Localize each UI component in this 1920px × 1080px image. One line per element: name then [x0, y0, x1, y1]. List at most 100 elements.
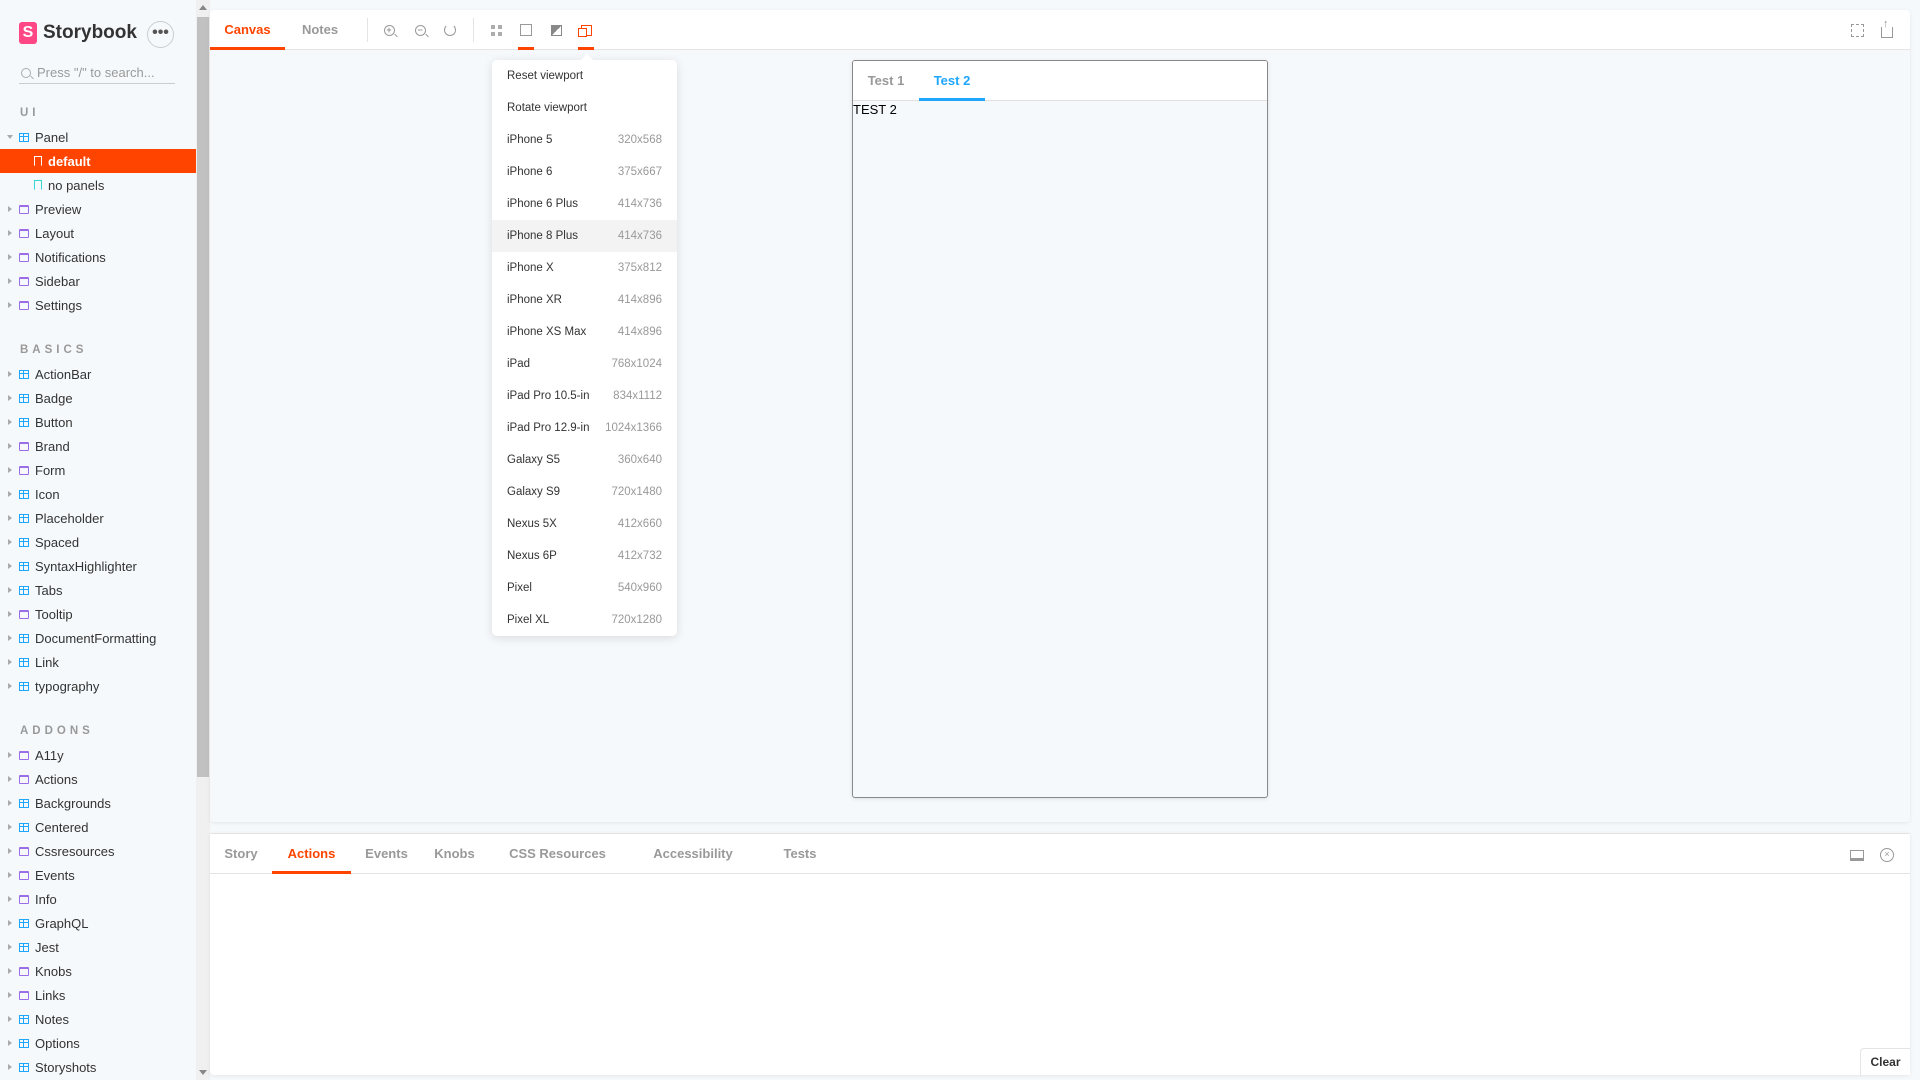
sidebar-item-storyshots[interactable]: Storyshots — [0, 1055, 196, 1079]
tab-story[interactable]: Story — [210, 834, 272, 874]
viewport-menu-item[interactable]: iPhone 8 Plus 414x736 — [492, 220, 677, 252]
sidebar-item-cssresources[interactable]: Cssresources — [0, 839, 196, 863]
viewport-menu-item[interactable]: Pixel 540x960 — [492, 572, 677, 604]
background-button[interactable] — [518, 22, 534, 50]
tab-notes[interactable]: Notes — [285, 10, 355, 50]
sidebar-item-options[interactable]: Options — [0, 1031, 196, 1055]
sidebar-item-tooltip[interactable]: Tooltip — [0, 602, 196, 626]
viewport-menu-item[interactable]: iPhone 6 375x667 — [492, 156, 677, 188]
viewport-name: iPhone X — [507, 262, 554, 274]
grid-button[interactable] — [488, 22, 504, 38]
viewport-menu-item[interactable]: iPhone X 375x812 — [492, 252, 677, 284]
viewport-menu-item[interactable]: iPhone 6 Plus 414x736 — [492, 188, 677, 220]
sidebar-item-centered[interactable]: Centered — [0, 815, 196, 839]
viewport-menu-item[interactable]: Nexus 5X 412x660 — [492, 508, 677, 540]
sidebar-item-a11y[interactable]: A11y — [0, 743, 196, 767]
viewport-button[interactable] — [577, 22, 594, 50]
zoom-reset-button[interactable] — [442, 22, 458, 38]
sidebar-item-label: Icon — [35, 486, 60, 502]
sidebar-item-preview[interactable]: Preview — [0, 197, 196, 221]
contrast-button[interactable] — [548, 22, 564, 38]
tab-canvas[interactable]: Canvas — [210, 10, 285, 50]
tab-events[interactable]: Events — [351, 834, 422, 874]
sidebar-item-graphql[interactable]: GraphQL — [0, 911, 196, 935]
sidebar-item-sidebar[interactable]: Sidebar — [0, 269, 196, 293]
viewport-menu-item[interactable]: iPhone XS Max 414x896 — [492, 316, 677, 348]
sidebar-item-badge[interactable]: Badge — [0, 386, 196, 410]
tab-css-resources[interactable]: CSS Resources — [487, 834, 628, 874]
sidebar-item-documentformatting[interactable]: DocumentFormatting — [0, 626, 196, 650]
viewport-menu-item[interactable]: iPhone XR 414x896 — [492, 284, 677, 316]
viewport-menu-item[interactable]: iPad Pro 12.9-in 1024x1366 — [492, 412, 677, 444]
tab-accessibility[interactable]: Accessibility — [628, 834, 758, 874]
share-button[interactable] — [1879, 18, 1895, 38]
clear-button[interactable]: Clear — [1860, 1048, 1910, 1075]
viewport-menu-item[interactable]: Reset viewport — [492, 60, 677, 92]
viewport-menu-item[interactable]: Rotate viewport — [492, 92, 677, 124]
sidebar-item-knobs[interactable]: Knobs — [0, 959, 196, 983]
sidebar-item-notifications[interactable]: Notifications — [0, 245, 196, 269]
sidebar-item-notes[interactable]: Notes — [0, 1007, 196, 1031]
search-input[interactable] — [37, 65, 167, 80]
more-options-button[interactable]: ••• — [147, 21, 174, 48]
viewport-name: Galaxy S9 — [507, 486, 561, 498]
fullscreen-button[interactable] — [1849, 22, 1865, 38]
panel-position-icon — [1850, 849, 1864, 861]
sidebar-item-layout[interactable]: Layout — [0, 221, 196, 245]
tab-test-1[interactable]: Test 1 — [853, 61, 919, 101]
close-panel-button[interactable]: × — [1879, 847, 1895, 863]
viewport-menu-item[interactable]: Pixel XL 720x1280 — [492, 604, 677, 636]
scroll-up-icon[interactable] — [199, 5, 207, 10]
chevron-right-icon — [8, 467, 12, 473]
zoom-in-button[interactable]: + — [381, 22, 397, 38]
sidebar-item-spaced[interactable]: Spaced — [0, 530, 196, 554]
component-icon — [19, 537, 29, 547]
search-box[interactable] — [19, 62, 175, 84]
chevron-right-icon — [8, 587, 12, 593]
sidebar-item-tabs[interactable]: Tabs — [0, 578, 196, 602]
viewport-name: Pixel XL — [507, 614, 550, 626]
sidebar-scrollbar[interactable] — [196, 0, 210, 1080]
dock-panel-button[interactable] — [1849, 847, 1865, 863]
sidebar-item-backgrounds[interactable]: Backgrounds — [0, 791, 196, 815]
tab-knobs[interactable]: Knobs — [422, 834, 487, 874]
sidebar-item-info[interactable]: Info — [0, 887, 196, 911]
sidebar-item-button[interactable]: Button — [0, 410, 196, 434]
sidebar-item-settings[interactable]: Settings — [0, 293, 196, 317]
sidebar-item-brand[interactable]: Brand — [0, 434, 196, 458]
sidebar-item-syntaxhighlighter[interactable]: SyntaxHighlighter — [0, 554, 196, 578]
scrollbar-thumb[interactable] — [197, 17, 209, 777]
viewport-size: 414x896 — [617, 326, 662, 338]
viewport-menu-item[interactable]: iPad 768x1024 — [492, 348, 677, 380]
sidebar-item-typography[interactable]: typography — [0, 674, 196, 698]
folder-icon — [19, 990, 29, 1000]
story-item[interactable]: no panels — [0, 173, 196, 197]
sidebar-item-label: typography — [35, 678, 100, 694]
viewport-menu-item[interactable]: Galaxy S9 720x1480 — [492, 476, 677, 508]
sidebar-item-link[interactable]: Link — [0, 650, 196, 674]
story-item[interactable]: default — [0, 149, 196, 173]
sidebar-item-events[interactable]: Events — [0, 863, 196, 887]
viewport-menu-item[interactable]: Nexus 6P 412x732 — [492, 540, 677, 572]
scroll-down-icon[interactable] — [199, 1070, 207, 1075]
sidebar-item-form[interactable]: Form — [0, 458, 196, 482]
viewport-menu-item[interactable]: iPhone 5 320x568 — [492, 124, 677, 156]
sidebar-item-placeholder[interactable]: Placeholder — [0, 506, 196, 530]
tab-actions[interactable]: Actions — [272, 834, 351, 874]
viewport-size: 414x736 — [617, 230, 662, 242]
sidebar-item-actionbar[interactable]: ActionBar — [0, 362, 196, 386]
fullscreen-icon — [1850, 23, 1864, 37]
chevron-right-icon — [8, 1040, 12, 1046]
tab-test-2[interactable]: Test 2 — [919, 61, 985, 101]
storybook-logo[interactable]: S Storybook — [19, 22, 137, 44]
viewport-menu-item[interactable]: iPad Pro 10.5-in 834x1112 — [492, 380, 677, 412]
tab-tests[interactable]: Tests — [758, 834, 842, 874]
sidebar-item-actions[interactable]: Actions — [0, 767, 196, 791]
viewport-name: Galaxy S5 — [507, 454, 561, 466]
zoom-out-button[interactable]: − — [412, 22, 428, 38]
viewport-menu-item[interactable]: Galaxy S5 360x640 — [492, 444, 677, 476]
sidebar-item-links[interactable]: Links — [0, 983, 196, 1007]
sidebar-item-panel[interactable]: Panel — [0, 125, 196, 149]
sidebar-item-icon[interactable]: Icon — [0, 482, 196, 506]
sidebar-item-jest[interactable]: Jest — [0, 935, 196, 959]
